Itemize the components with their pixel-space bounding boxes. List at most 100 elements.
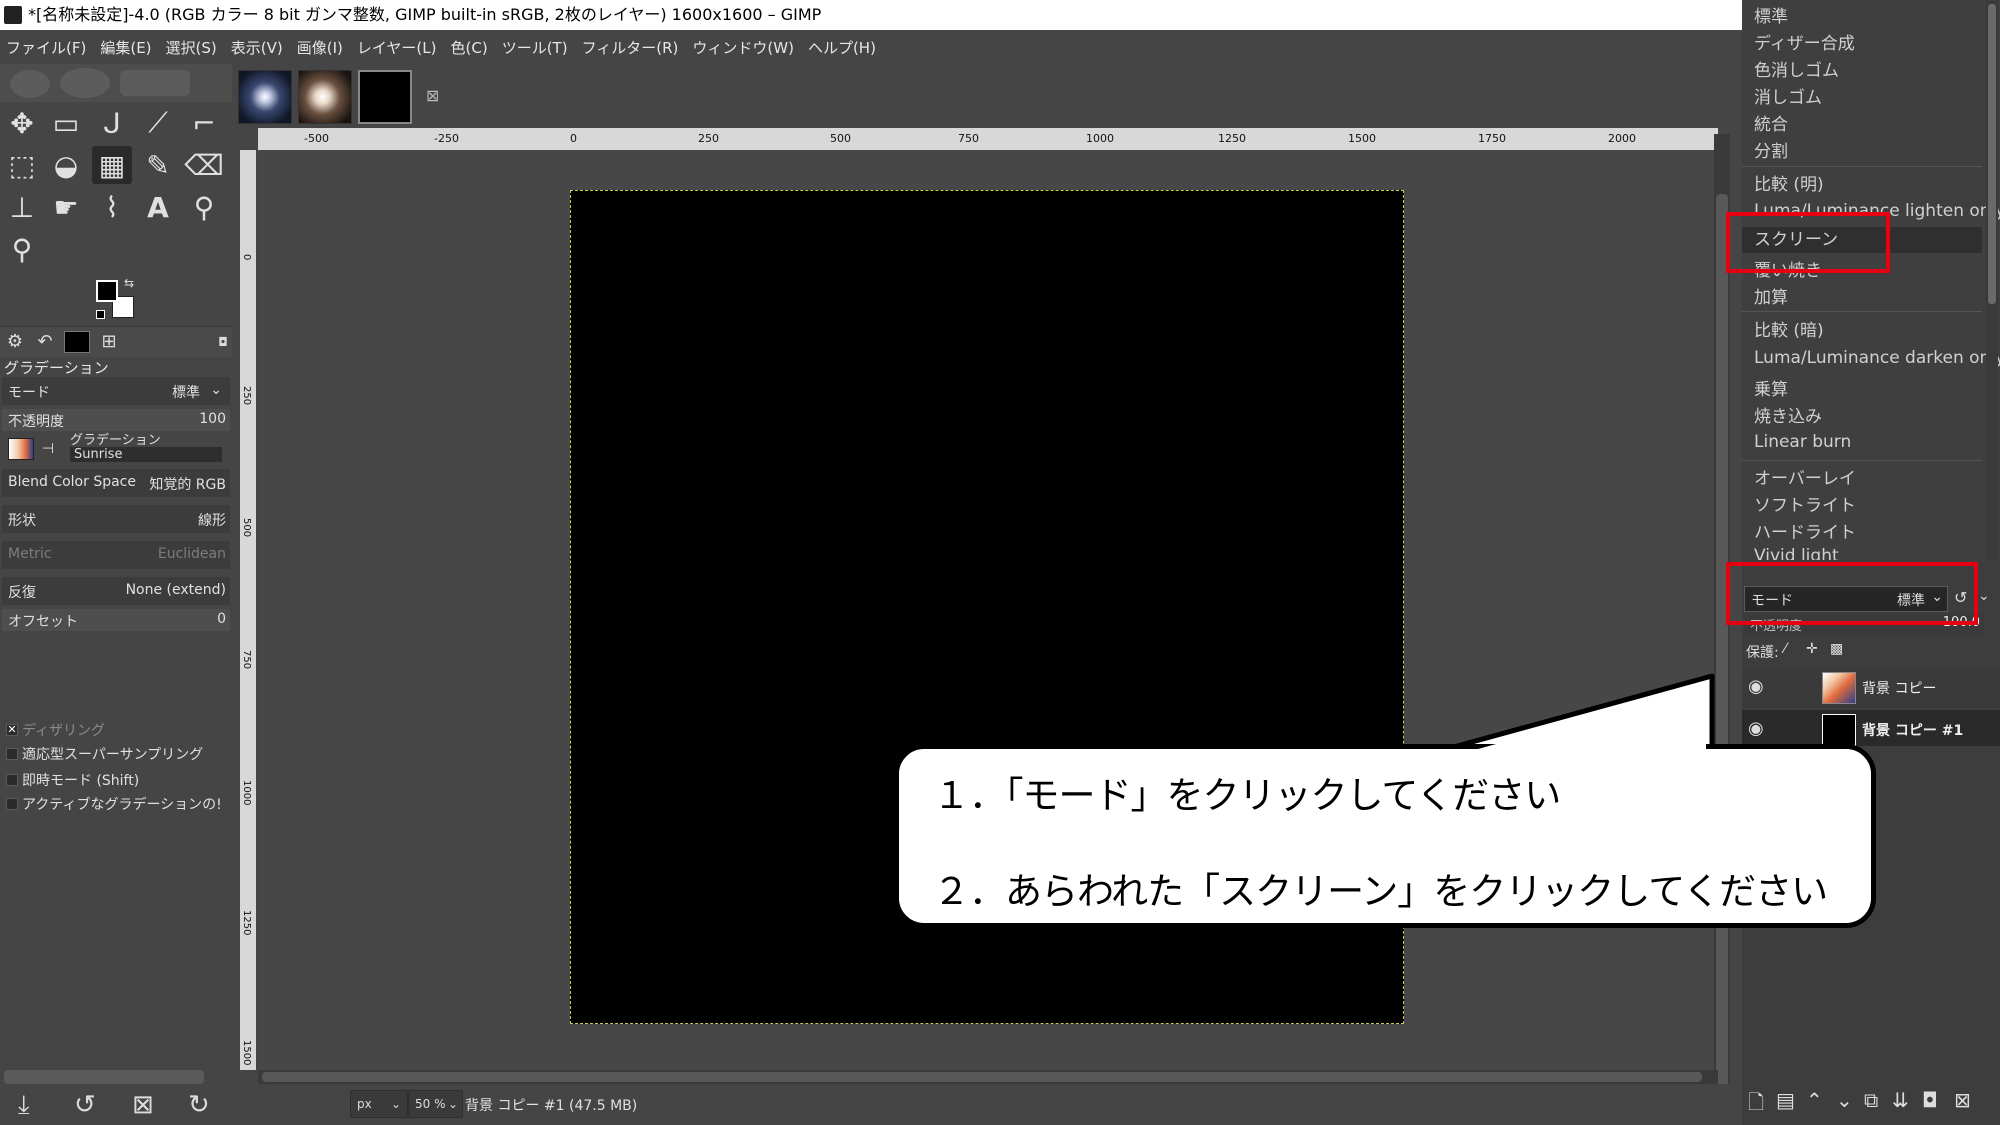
zoom-select[interactable]: 50 % ⌄ [408, 1090, 463, 1118]
move-tool-icon[interactable]: ✥ [2, 104, 42, 142]
transform-tool-icon[interactable]: ⬚ [2, 146, 42, 184]
new-layer-icon[interactable]: 🗋 [1748, 1088, 1764, 1122]
chevron-down-icon[interactable]: ⌄ [1978, 588, 1990, 604]
restore-options-icon[interactable]: ↺ [74, 1090, 96, 1120]
mode-option[interactable]: 比較 (暗) [1754, 316, 1824, 341]
paintbrush-tool-icon[interactable]: ✎ [138, 146, 178, 184]
mode-option[interactable]: 標準 [1754, 2, 1788, 27]
scrollbar-thumb[interactable] [1716, 194, 1728, 1114]
crop-tool-icon[interactable]: ⌐ [184, 104, 224, 142]
eye-icon[interactable]: ◉ [1748, 676, 1764, 697]
mode-option[interactable]: Luma/Luminance darken only [1754, 348, 2000, 368]
paths-tool-icon[interactable]: ⌇ [92, 188, 132, 226]
delete-layer-icon[interactable]: ⊠ [1954, 1088, 1971, 1112]
menu-windows[interactable]: ウィンドウ(W) [692, 37, 794, 58]
mode-option[interactable]: Linear burn [1754, 432, 1851, 452]
lock-alpha-icon[interactable]: ▩ [1830, 641, 1843, 657]
images-tab-icon[interactable]: ⊞ [96, 331, 122, 353]
mode-option[interactable]: Vivid light [1754, 546, 1839, 560]
mode-option[interactable]: ハードライト [1754, 518, 1856, 543]
unit-select[interactable]: px ⌄ [350, 1090, 408, 1118]
image-tab-thumb-3[interactable] [358, 70, 412, 124]
mode-option[interactable]: 色消しゴム [1754, 56, 1839, 81]
layer-name: 背景 コピー [1862, 681, 1937, 697]
reset-options-icon[interactable]: ↻ [188, 1090, 210, 1120]
menu-tools[interactable]: ツール(T) [502, 37, 568, 58]
gradient-selector[interactable]: ⊣ グラデーション Sunrise [2, 433, 230, 465]
menu-help[interactable]: ヘルプ(H) [808, 37, 876, 58]
gradient-preview[interactable] [8, 438, 34, 460]
add-mask-icon[interactable]: ◘ [1922, 1088, 1938, 1112]
scrollbar-thumb[interactable] [1988, 4, 1996, 304]
lasso-tool-icon[interactable]: ᒍ [92, 104, 132, 142]
merge-down-icon[interactable]: ⇊ [1892, 1088, 1909, 1112]
smudge-tool-icon[interactable]: ☛ [46, 188, 86, 226]
instant-mode-label: 即時モード (Shift) [22, 773, 140, 789]
mode-select[interactable]: モード 標準 ⌄ [2, 377, 230, 405]
clone-tool-icon[interactable]: ⊥ [2, 188, 42, 226]
swap-colors-icon[interactable]: ⇆ [124, 276, 134, 290]
new-layer-group-icon[interactable]: ▤ [1776, 1088, 1795, 1112]
modify-active-gradient-checkbox[interactable] [6, 798, 18, 810]
menu-edit[interactable]: 編集(E) [100, 37, 151, 58]
mode-option[interactable]: 乗算 [1754, 375, 1788, 400]
blend-color-space-select[interactable]: Blend Color Space 知覚的 RGB [2, 469, 230, 497]
rect-select-tool-icon[interactable]: ▭ [46, 104, 86, 142]
menu-select[interactable]: 選択(S) [166, 37, 217, 58]
default-colors-icon[interactable] [96, 310, 105, 319]
lock-pixels-icon[interactable]: ⁄ [1784, 641, 1786, 657]
undo-history-tab-icon[interactable]: ↶ [32, 331, 58, 353]
eye-icon[interactable]: ◉ [1748, 718, 1764, 739]
duplicate-layer-icon[interactable]: ⧉ [1864, 1088, 1878, 1112]
dropdown-scrollbar[interactable] [1986, 0, 1998, 560]
foreground-color-swatch[interactable] [96, 280, 118, 302]
wilber-drop-area[interactable] [0, 64, 232, 102]
mode-option[interactable]: ディザー合成 [1754, 29, 1855, 54]
brushes-tab-icon[interactable] [64, 331, 90, 353]
canvas-horizontal-scrollbar[interactable] [258, 1070, 1718, 1084]
menu-layer[interactable]: レイヤー(L) [357, 37, 437, 58]
layer-row[interactable]: ◉ 背景 コピー [1742, 668, 2000, 708]
raise-layer-icon[interactable]: ⌃ [1806, 1088, 1823, 1112]
mode-option[interactable]: 加算 [1754, 283, 1788, 308]
fuzzy-select-tool-icon[interactable]: ⟋ [138, 104, 178, 142]
color-picker-tool-icon[interactable]: ⚲ [184, 188, 224, 226]
dither-checkbox[interactable]: ✕ [6, 724, 18, 736]
offset-slider[interactable]: オフセット 0 [2, 609, 230, 631]
mode-option[interactable]: 比較 (明) [1754, 170, 1824, 195]
mode-option[interactable]: ソフトライト [1754, 491, 1856, 516]
menu-colors[interactable]: 色(C) [451, 37, 488, 58]
save-options-icon[interactable]: ⤓ [18, 1090, 30, 1121]
delete-options-icon[interactable]: ⊠ [132, 1090, 154, 1120]
tool-options-scrollbar[interactable] [4, 1070, 204, 1084]
mode-option[interactable]: 統合 [1754, 110, 1788, 135]
menu-view[interactable]: 表示(V) [231, 37, 283, 58]
instant-mode-checkbox[interactable] [6, 774, 18, 786]
zoom-tool-icon[interactable]: ⚲ [2, 230, 42, 268]
menu-file[interactable]: ファイル(F) [6, 37, 86, 58]
menu-image[interactable]: 画像(I) [297, 37, 343, 58]
mode-option[interactable]: オーバーレイ [1754, 464, 1856, 489]
bucket-fill-tool-icon[interactable]: ◒ [46, 146, 86, 184]
gradient-tool-icon[interactable]: ▦ [92, 146, 132, 184]
image-tab-thumb-2[interactable] [298, 70, 352, 124]
image-tab-thumb-1[interactable] [238, 70, 292, 124]
mode-option[interactable]: 分割 [1754, 137, 1788, 162]
adaptive-supersampling-checkbox[interactable] [6, 748, 18, 760]
reverse-gradient-icon[interactable]: ⊣ [42, 441, 54, 457]
vertical-ruler[interactable]: 0 250 500 750 1000 1250 1500 [240, 150, 256, 1070]
lower-layer-icon[interactable]: ⌄ [1836, 1088, 1853, 1112]
mode-option[interactable]: 消しゴム [1754, 83, 1822, 108]
horizontal-ruler[interactable]: -500 -250 0 250 500 750 1000 1250 1500 1… [258, 128, 1718, 150]
lock-position-icon[interactable]: ✛ [1806, 641, 1818, 657]
scrollbar-thumb[interactable] [262, 1072, 1702, 1082]
mode-option[interactable]: 焼き込み [1754, 402, 1822, 427]
menu-filters[interactable]: フィルター(R) [582, 37, 679, 58]
text-tool-icon[interactable]: A [138, 188, 178, 226]
shape-select[interactable]: 形状 線形 [2, 505, 230, 533]
opacity-slider[interactable]: 不透明度 100 [2, 409, 230, 431]
repeat-select[interactable]: 反復 None (extend) [2, 577, 230, 605]
eraser-tool-icon[interactable]: ⌫ [184, 146, 224, 184]
tool-options-tab-icon[interactable]: ⚙ [2, 331, 28, 353]
close-icon[interactable]: ⊠ [426, 86, 439, 105]
